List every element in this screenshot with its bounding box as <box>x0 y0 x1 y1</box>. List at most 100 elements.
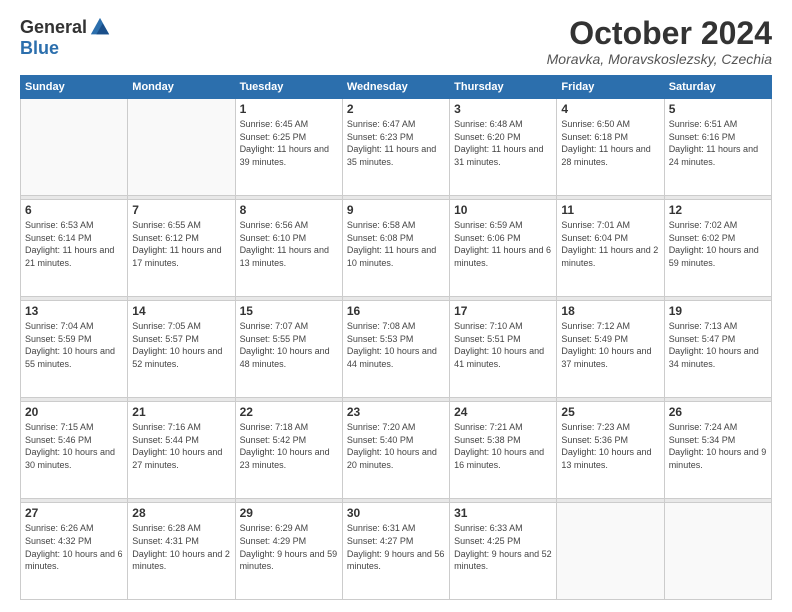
header-saturday: Saturday <box>664 76 771 99</box>
day-cell-w3-d4: 16Sunrise: 7:08 AMSunset: 5:53 PMDayligh… <box>342 301 449 398</box>
header: General Blue October 2024 Moravka, Morav… <box>20 16 772 67</box>
title-block: October 2024 Moravka, Moravskoslezsky, C… <box>547 16 772 67</box>
week-row-4: 20 Sunrise: 7:15 AMSunset: 5:46 PMDayligh… <box>21 402 772 499</box>
day-number: 10 <box>454 203 552 217</box>
day-info: Sunrise: 7:16 AMSunset: 5:44 PMDaylight:… <box>132 421 230 471</box>
week-row-5: 27Sunrise: 6:26 AMSunset: 4:32 PMDayligh… <box>21 503 772 600</box>
day-cell-w2-d5: 10 Sunrise: 6:59 AMSunset: 6:06 PMDayligh… <box>450 200 557 297</box>
week-row-2: 6 Sunrise: 6:53 AMSunset: 6:14 PMDaylight… <box>21 200 772 297</box>
day-cell-w5-d1: 27Sunrise: 6:26 AMSunset: 4:32 PMDayligh… <box>21 503 128 600</box>
day-cell-w4-d4: 23Sunrise: 7:20 AMSunset: 5:40 PMDayligh… <box>342 402 449 499</box>
day-cell-w2-d7: 12 Sunrise: 7:02 AMSunset: 6:02 PMDayligh… <box>664 200 771 297</box>
calendar-body: 1Sunrise: 6:45 AMSunset: 6:25 PMDaylight… <box>21 99 772 600</box>
day-cell-w3-d3: 15 Sunrise: 7:07 AMSunset: 5:55 PMDayligh… <box>235 301 342 398</box>
day-cell-w2-d2: 7 Sunrise: 6:55 AMSunset: 6:12 PMDaylight… <box>128 200 235 297</box>
month-title: October 2024 <box>547 16 772 51</box>
day-number: 20 <box>25 405 123 419</box>
day-number: 15 <box>240 304 338 318</box>
day-info: Sunrise: 6:55 AMSunset: 6:12 PMDaylight:… <box>132 219 230 269</box>
day-info: Sunrise: 7:01 AMSunset: 6:04 PMDaylight:… <box>561 219 659 269</box>
day-info: Sunrise: 6:53 AMSunset: 6:14 PMDaylight:… <box>25 219 123 269</box>
day-info: Sunrise: 7:10 AMSunset: 5:51 PMDaylight:… <box>454 320 552 370</box>
day-cell-w3-d5: 17Sunrise: 7:10 AMSunset: 5:51 PMDayligh… <box>450 301 557 398</box>
day-cell-w3-d6: 18 Sunrise: 7:12 AMSunset: 5:49 PMDayligh… <box>557 301 664 398</box>
day-cell-w1-d7: 5 Sunrise: 6:51 AMSunset: 6:16 PMDaylight… <box>664 99 771 196</box>
day-cell-w4-d5: 24 Sunrise: 7:21 AMSunset: 5:38 PMDayligh… <box>450 402 557 499</box>
header-sunday: Sunday <box>21 76 128 99</box>
day-number: 19 <box>669 304 767 318</box>
day-info: Sunrise: 7:15 AMSunset: 5:46 PMDaylight:… <box>25 421 123 471</box>
day-info: Sunrise: 7:04 AMSunset: 5:59 PMDaylight:… <box>25 320 123 370</box>
day-cell-w4-d6: 25Sunrise: 7:23 AMSunset: 5:36 PMDayligh… <box>557 402 664 499</box>
day-number: 27 <box>25 506 123 520</box>
day-number: 5 <box>669 102 767 116</box>
day-number: 6 <box>25 203 123 217</box>
day-cell-w1-d5: 3 Sunrise: 6:48 AMSunset: 6:20 PMDaylight… <box>450 99 557 196</box>
day-cell-w1-d4: 2Sunrise: 6:47 AMSunset: 6:23 PMDaylight… <box>342 99 449 196</box>
day-info: Sunrise: 7:07 AMSunset: 5:55 PMDaylight:… <box>240 320 338 370</box>
day-number: 12 <box>669 203 767 217</box>
day-info: Sunrise: 7:12 AMSunset: 5:49 PMDaylight:… <box>561 320 659 370</box>
day-number: 3 <box>454 102 552 116</box>
day-cell-w5-d7 <box>664 503 771 600</box>
day-info: Sunrise: 7:18 AMSunset: 5:42 PMDaylight:… <box>240 421 338 471</box>
day-number: 18 <box>561 304 659 318</box>
day-info: Sunrise: 6:31 AMSunset: 4:27 PMDaylight:… <box>347 522 445 572</box>
day-cell-w3-d1: 13 Sunrise: 7:04 AMSunset: 5:59 PMDayligh… <box>21 301 128 398</box>
day-number: 26 <box>669 405 767 419</box>
page: General Blue October 2024 Moravka, Morav… <box>0 0 792 612</box>
day-info: Sunrise: 6:33 AMSunset: 4:25 PMDaylight:… <box>454 522 552 572</box>
day-number: 13 <box>25 304 123 318</box>
day-cell-w1-d1 <box>21 99 128 196</box>
day-info: Sunrise: 7:21 AMSunset: 5:38 PMDaylight:… <box>454 421 552 471</box>
day-number: 23 <box>347 405 445 419</box>
header-monday: Monday <box>128 76 235 99</box>
day-number: 29 <box>240 506 338 520</box>
day-cell-w4-d7: 26 Sunrise: 7:24 AMSunset: 5:34 PMDayligh… <box>664 402 771 499</box>
day-number: 22 <box>240 405 338 419</box>
day-cell-w2-d4: 9Sunrise: 6:58 AMSunset: 6:08 PMDaylight… <box>342 200 449 297</box>
day-info: Sunrise: 6:45 AMSunset: 6:25 PMDaylight:… <box>240 118 338 168</box>
day-info: Sunrise: 6:58 AMSunset: 6:08 PMDaylight:… <box>347 219 445 269</box>
logo-blue-text: Blue <box>20 38 59 59</box>
day-info: Sunrise: 6:59 AMSunset: 6:06 PMDaylight:… <box>454 219 552 269</box>
day-cell-w1-d3: 1Sunrise: 6:45 AMSunset: 6:25 PMDaylight… <box>235 99 342 196</box>
header-wednesday: Wednesday <box>342 76 449 99</box>
day-cell-w5-d5: 31Sunrise: 6:33 AMSunset: 4:25 PMDayligh… <box>450 503 557 600</box>
day-cell-w5-d3: 29Sunrise: 6:29 AMSunset: 4:29 PMDayligh… <box>235 503 342 600</box>
day-info: Sunrise: 7:05 AMSunset: 5:57 PMDaylight:… <box>132 320 230 370</box>
day-cell-w3-d7: 19 Sunrise: 7:13 AMSunset: 5:47 PMDayligh… <box>664 301 771 398</box>
day-number: 4 <box>561 102 659 116</box>
day-number: 24 <box>454 405 552 419</box>
day-info: Sunrise: 6:48 AMSunset: 6:20 PMDaylight:… <box>454 118 552 168</box>
logo-general-text: General <box>20 17 87 38</box>
day-cell-w2-d3: 8Sunrise: 6:56 AMSunset: 6:10 PMDaylight… <box>235 200 342 297</box>
day-cell-w1-d6: 4 Sunrise: 6:50 AMSunset: 6:18 PMDaylight… <box>557 99 664 196</box>
calendar-table: Sunday Monday Tuesday Wednesday Thursday… <box>20 75 772 600</box>
day-info: Sunrise: 7:08 AMSunset: 5:53 PMDaylight:… <box>347 320 445 370</box>
day-cell-w2-d1: 6 Sunrise: 6:53 AMSunset: 6:14 PMDaylight… <box>21 200 128 297</box>
day-cell-w4-d1: 20 Sunrise: 7:15 AMSunset: 5:46 PMDayligh… <box>21 402 128 499</box>
day-info: Sunrise: 7:02 AMSunset: 6:02 PMDaylight:… <box>669 219 767 269</box>
header-tuesday: Tuesday <box>235 76 342 99</box>
logo-icon <box>89 16 111 38</box>
day-number: 14 <box>132 304 230 318</box>
day-number: 25 <box>561 405 659 419</box>
week-row-3: 13 Sunrise: 7:04 AMSunset: 5:59 PMDayligh… <box>21 301 772 398</box>
location: Moravka, Moravskoslezsky, Czechia <box>547 51 772 67</box>
weekday-header-row: Sunday Monday Tuesday Wednesday Thursday… <box>21 76 772 99</box>
day-info: Sunrise: 7:24 AMSunset: 5:34 PMDaylight:… <box>669 421 767 471</box>
day-cell-w4-d2: 21 Sunrise: 7:16 AMSunset: 5:44 PMDayligh… <box>128 402 235 499</box>
header-thursday: Thursday <box>450 76 557 99</box>
day-info: Sunrise: 6:50 AMSunset: 6:18 PMDaylight:… <box>561 118 659 168</box>
day-info: Sunrise: 6:51 AMSunset: 6:16 PMDaylight:… <box>669 118 767 168</box>
day-cell-w3-d2: 14 Sunrise: 7:05 AMSunset: 5:57 PMDayligh… <box>128 301 235 398</box>
day-cell-w5-d4: 30Sunrise: 6:31 AMSunset: 4:27 PMDayligh… <box>342 503 449 600</box>
day-number: 21 <box>132 405 230 419</box>
week-row-1: 1Sunrise: 6:45 AMSunset: 6:25 PMDaylight… <box>21 99 772 196</box>
day-number: 7 <box>132 203 230 217</box>
day-number: 11 <box>561 203 659 217</box>
day-cell-w5-d6 <box>557 503 664 600</box>
day-info: Sunrise: 7:13 AMSunset: 5:47 PMDaylight:… <box>669 320 767 370</box>
day-info: Sunrise: 6:47 AMSunset: 6:23 PMDaylight:… <box>347 118 445 168</box>
